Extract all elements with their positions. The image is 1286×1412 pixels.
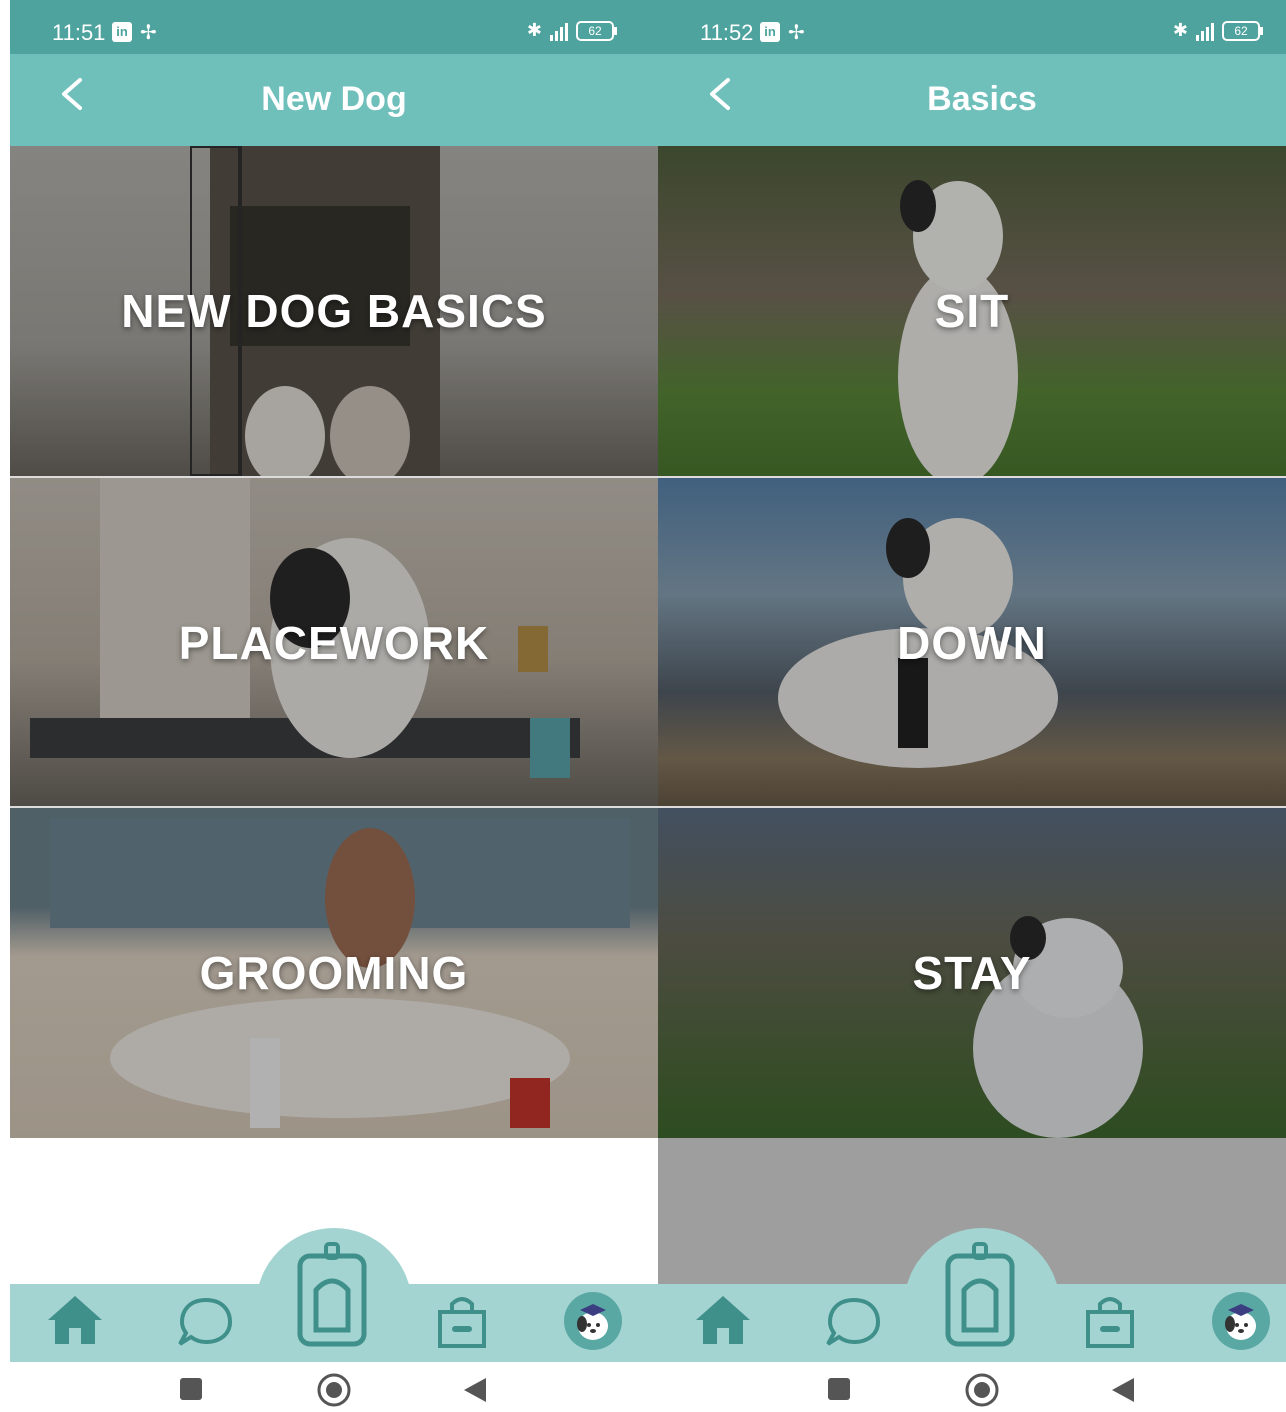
shop-bag-icon xyxy=(438,1297,486,1348)
recents-button[interactable] xyxy=(826,1376,852,1406)
nav-chat[interactable] xyxy=(176,1296,234,1348)
back-system-button[interactable] xyxy=(1110,1376,1136,1408)
nav-profile[interactable] xyxy=(564,1292,622,1350)
nav-home[interactable] xyxy=(694,1294,752,1346)
home-system-button[interactable] xyxy=(964,1372,1000,1412)
tile-label: SIT xyxy=(934,285,1010,337)
status-bar: 11:51 in ✢ ✱ 62 xyxy=(10,0,658,54)
tile-label: STAY xyxy=(912,947,1032,999)
back-system-button[interactable] xyxy=(462,1376,488,1408)
back-triangle-icon xyxy=(1112,1378,1134,1402)
status-right-icons: ✱ 62 xyxy=(526,20,617,41)
screen-basics: 11:52 in ✢ ✱ 62 Basics SIT DOWN STAY xyxy=(658,0,1286,1412)
battery-icon: 62 xyxy=(576,20,617,41)
tile-label: GROOMING xyxy=(199,947,469,999)
signal-icon xyxy=(1196,21,1214,41)
tile-down[interactable]: DOWN xyxy=(658,478,1286,808)
recents-icon xyxy=(828,1378,850,1400)
tile-sit[interactable]: SIT xyxy=(658,146,1286,476)
chat-icon xyxy=(178,1297,233,1346)
page-title: New Dog xyxy=(261,80,407,118)
nav-profile[interactable] xyxy=(1212,1292,1270,1350)
recents-button[interactable] xyxy=(178,1376,204,1406)
home-icon xyxy=(48,1296,102,1344)
chat-icon xyxy=(826,1297,881,1346)
tile-label: NEW DOG BASICS xyxy=(121,285,547,337)
system-nav-bar xyxy=(658,1362,1286,1412)
signal-icon xyxy=(550,21,568,41)
tile-stay[interactable]: STAY xyxy=(658,808,1286,1138)
app-header: Basics xyxy=(658,54,1286,146)
tile-grooming[interactable]: GROOMING xyxy=(10,808,658,1138)
status-time: 11:51 xyxy=(52,20,106,45)
back-triangle-icon xyxy=(464,1378,486,1402)
tile-new-dog-basics[interactable]: NEW DOG BASICS xyxy=(10,146,658,476)
home-circle-icon xyxy=(317,1373,351,1407)
nav-chat[interactable] xyxy=(824,1296,882,1348)
linkedin-icon: in xyxy=(760,22,780,42)
clicker-icon xyxy=(297,1242,367,1347)
bluetooth-icon: ✱ xyxy=(526,20,542,41)
status-bar: 11:52 in ✢ ✱ 62 xyxy=(658,0,1286,54)
nav-clicker[interactable] xyxy=(942,1240,1018,1350)
app-header: New Dog xyxy=(10,54,658,146)
clicker-icon xyxy=(945,1242,1015,1347)
profile-avatar-icon xyxy=(1212,1292,1270,1350)
tile-placework[interactable]: PLACEWORK xyxy=(10,478,658,808)
bluetooth-icon: ✱ xyxy=(1172,20,1188,41)
fan-icon: ✢ xyxy=(788,20,805,44)
recents-icon xyxy=(180,1378,202,1400)
home-icon xyxy=(696,1296,750,1344)
status-notification-icons: in ✢ xyxy=(112,22,157,42)
status-notification-icons: in ✢ xyxy=(760,22,805,42)
home-circle-icon xyxy=(965,1373,999,1407)
home-system-button[interactable] xyxy=(316,1372,352,1412)
tile-label: DOWN xyxy=(897,617,1047,669)
profile-avatar-icon xyxy=(564,1292,622,1350)
fan-icon: ✢ xyxy=(140,20,157,44)
screen-new-dog: 11:51 in ✢ ✱ 62 New Dog NEW DOG BASICS P… xyxy=(10,0,658,1412)
system-nav-bar xyxy=(10,1362,658,1412)
shop-bag-icon xyxy=(1086,1297,1134,1348)
tile-label: PLACEWORK xyxy=(178,617,490,669)
page-title: Basics xyxy=(927,80,1037,118)
nav-shop[interactable] xyxy=(1084,1294,1136,1350)
nav-home[interactable] xyxy=(46,1294,104,1346)
nav-shop[interactable] xyxy=(436,1294,488,1350)
status-time: 11:52 xyxy=(700,20,754,45)
status-right-icons: ✱ 62 xyxy=(1172,20,1263,41)
battery-icon: 62 xyxy=(1222,20,1263,41)
linkedin-icon: in xyxy=(112,22,132,42)
nav-clicker[interactable] xyxy=(294,1240,370,1350)
